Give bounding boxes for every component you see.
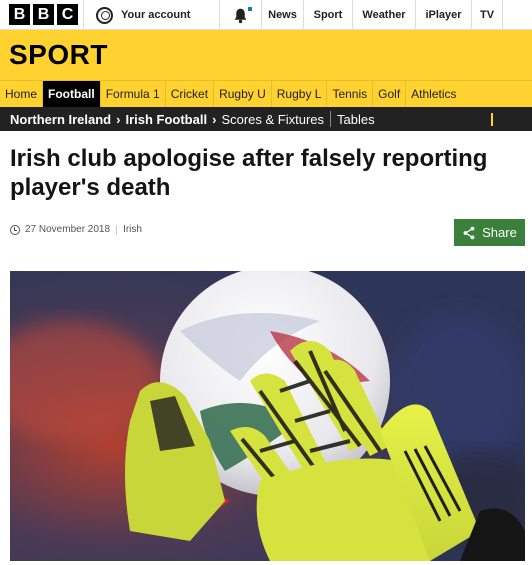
link-tables[interactable]: Tables: [337, 107, 375, 131]
share-icon: [463, 226, 475, 239]
sport-nav-rugby-league[interactable]: Rugby L: [272, 81, 328, 107]
article-headline: Irish club apologise after falsely repor…: [10, 145, 488, 201]
nav-sport[interactable]: Sport: [303, 0, 352, 30]
secondary-nav: Northern Ireland › Irish Football › Scor…: [0, 107, 532, 131]
article-image: [10, 271, 525, 561]
sport-header: SPORT: [0, 30, 532, 80]
account-link[interactable]: Your account: [83, 0, 219, 30]
nav-tv[interactable]: TV: [471, 0, 502, 30]
global-header: B B C Your account News Sport Weather iP…: [0, 0, 532, 30]
nav-weather[interactable]: Weather: [352, 0, 415, 30]
sport-nav-rugby-union[interactable]: Rugby U: [214, 81, 272, 107]
sport-nav-cricket[interactable]: Cricket: [166, 81, 215, 107]
article-meta: 27 November 2018 Irish: [10, 224, 142, 235]
sport-nav-formula-1[interactable]: Formula 1: [101, 81, 166, 107]
bbc-logo-letter-b2: B: [33, 4, 54, 25]
sport-nav: Home Football Formula 1 Cricket Rugby U …: [0, 80, 532, 107]
sport-title[interactable]: SPORT: [9, 39, 108, 71]
nav-more-divider: [502, 0, 532, 30]
bbc-logo-letter-c: C: [57, 4, 78, 25]
account-icon: [96, 6, 113, 24]
divider: [330, 111, 332, 127]
bbc-logo-letter-b1: B: [9, 4, 30, 25]
chevron-right-icon: ›: [212, 111, 217, 127]
account-label: Your account: [121, 9, 191, 21]
chevron-right-icon: ›: [116, 111, 121, 127]
nav-news[interactable]: News: [261, 0, 303, 30]
bbc-logo[interactable]: B B C: [9, 4, 78, 25]
notification-dot: [248, 7, 252, 11]
share-button[interactable]: Share: [454, 219, 525, 246]
bell-icon: [234, 8, 247, 23]
sport-nav-golf[interactable]: Golf: [373, 81, 407, 107]
article-date: 27 November 2018: [25, 224, 111, 235]
divider: [116, 224, 118, 235]
article-section-link[interactable]: Irish: [123, 224, 142, 235]
nav-iplayer[interactable]: iPlayer: [415, 0, 471, 30]
link-scores-fixtures[interactable]: Scores & Fixtures: [221, 107, 324, 131]
subnav-accent: [491, 113, 493, 126]
breadcrumb-northern-ireland[interactable]: Northern Ireland: [10, 107, 111, 131]
sport-nav-tennis[interactable]: Tennis: [327, 81, 374, 107]
notifications-button[interactable]: [219, 0, 261, 30]
goalkeeper-ball-illustration: [10, 271, 525, 561]
share-label: Share: [482, 225, 517, 240]
breadcrumb-irish-football[interactable]: Irish Football: [125, 107, 207, 131]
sport-nav-home[interactable]: Home: [0, 81, 44, 107]
clock-icon: [10, 224, 20, 235]
sport-nav-football[interactable]: Football: [43, 81, 101, 107]
sport-nav-athletics[interactable]: Athletics: [406, 81, 461, 107]
